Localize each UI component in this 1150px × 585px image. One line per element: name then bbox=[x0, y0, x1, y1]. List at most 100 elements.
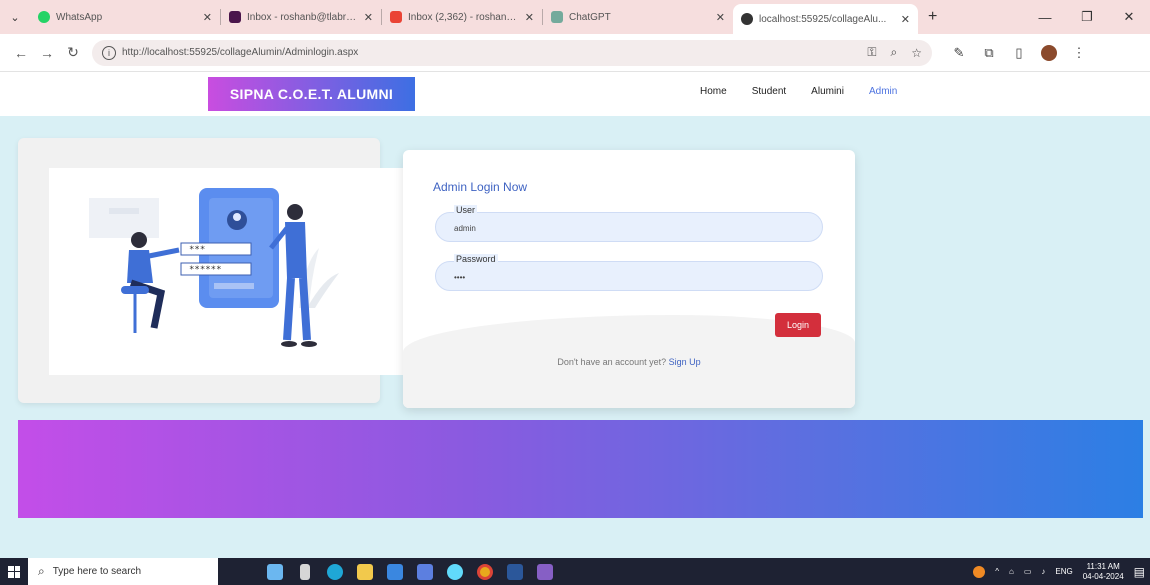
slack-icon bbox=[229, 11, 241, 23]
network-icon[interactable]: ⌂ bbox=[1009, 567, 1014, 576]
tab-chatgpt[interactable]: ChatGPT ✕ bbox=[543, 4, 733, 30]
mail-icon[interactable] bbox=[380, 558, 410, 585]
person-head bbox=[287, 204, 303, 220]
tab-inbox-gmail[interactable]: Inbox (2,362) - roshanbuafr... ✕ bbox=[382, 4, 542, 30]
edge-icon[interactable] bbox=[320, 558, 350, 585]
login-button[interactable]: Login bbox=[775, 313, 821, 337]
tab-title: Inbox - roshanb@tlabrasu... bbox=[247, 11, 358, 23]
zoom-icon[interactable]: ⌕ bbox=[891, 45, 898, 60]
menu-kebab-icon[interactable]: ⋮ bbox=[1064, 45, 1094, 61]
window-controls: — ❐ ✕ bbox=[1024, 0, 1150, 34]
close-icon[interactable]: ✕ bbox=[901, 13, 910, 26]
site-brand[interactable]: SIPNA C.O.E.T. ALUMNI bbox=[208, 77, 415, 111]
nav-student[interactable]: Student bbox=[752, 86, 786, 97]
windows-taskbar: ⌕ Type here to search ^ ⌂ ▭ ♪ ENG 11:31 … bbox=[0, 558, 1150, 585]
person-head bbox=[131, 232, 147, 248]
file-explorer-icon[interactable] bbox=[350, 558, 380, 585]
chatgpt-icon bbox=[551, 11, 563, 23]
shoe bbox=[281, 341, 297, 347]
tab-title: WhatsApp bbox=[56, 11, 103, 23]
login-card: Admin Login Now User Password Login Don'… bbox=[403, 150, 855, 408]
tab-whatsapp[interactable]: WhatsApp ✕ bbox=[30, 4, 220, 30]
password-key-icon[interactable]: ⚿ bbox=[867, 45, 876, 60]
password-field[interactable]: Password bbox=[435, 254, 823, 291]
person-body bbox=[285, 222, 307, 278]
system-tray: ^ ⌂ ▭ ♪ ENG 11:31 AM 04-04-2024 ▤ bbox=[968, 558, 1150, 585]
browser-address-bar: ← → ↻ i http://localhost:55925/collageAl… bbox=[0, 34, 1150, 72]
task-view-icon[interactable] bbox=[290, 558, 320, 585]
taskbar-search-placeholder: Type here to search bbox=[52, 566, 142, 577]
clock[interactable]: 11:31 AM 04-04-2024 bbox=[1083, 562, 1124, 582]
battery-icon[interactable]: ▭ bbox=[1024, 567, 1032, 576]
notification-dot-icon[interactable] bbox=[973, 565, 986, 578]
clock-time: 11:31 AM bbox=[1086, 561, 1120, 571]
login-illustration: *** ****** bbox=[89, 188, 339, 347]
illustration-card: *** ****** bbox=[18, 138, 404, 403]
nav-admin[interactable]: Admin bbox=[869, 86, 897, 97]
url-text[interactable]: http://localhost:55925/collageAlumin/Adm… bbox=[122, 47, 853, 58]
language-indicator[interactable]: ENG bbox=[1055, 567, 1072, 576]
app-icon[interactable] bbox=[410, 558, 440, 585]
close-icon[interactable]: ✕ bbox=[203, 11, 212, 24]
chrome-icon[interactable] bbox=[470, 558, 500, 585]
gmail-icon bbox=[390, 11, 402, 23]
user-input[interactable] bbox=[454, 224, 754, 233]
browser-tab-strip: ⌄ WhatsApp ✕ Inbox - roshanb@tlabrasu...… bbox=[0, 0, 1150, 34]
password-label: Password bbox=[454, 254, 498, 264]
tray-chevron-icon[interactable]: ^ bbox=[995, 567, 999, 576]
nav-links: Home Student Alumini Admin bbox=[700, 86, 897, 97]
start-button[interactable] bbox=[0, 558, 28, 585]
search-icon: ⌕ bbox=[38, 564, 45, 578]
profile-avatar[interactable] bbox=[1041, 44, 1057, 61]
restore-button[interactable]: ❐ bbox=[1066, 9, 1108, 25]
avatar-head bbox=[233, 213, 241, 221]
password-input[interactable] bbox=[454, 273, 754, 282]
info-icon[interactable]: i bbox=[102, 45, 116, 60]
mock-field-text: *** bbox=[189, 245, 205, 255]
nav-alumini[interactable]: Alumini bbox=[811, 86, 844, 97]
close-icon[interactable]: ✕ bbox=[364, 11, 373, 24]
tab-inbox-slack[interactable]: Inbox - roshanb@tlabrasu... ✕ bbox=[221, 4, 381, 30]
stool-seat bbox=[121, 286, 149, 294]
whatsapp-icon bbox=[38, 11, 50, 23]
clock-date: 04-04-2024 bbox=[1082, 571, 1124, 581]
shoe bbox=[301, 341, 317, 347]
site-navbar: SIPNA C.O.E.T. ALUMNI Home Student Alumi… bbox=[0, 72, 1150, 116]
tab-title: Inbox (2,362) - roshanbuafr... bbox=[408, 11, 519, 23]
signup-link[interactable]: Sign Up bbox=[669, 357, 701, 367]
bookmark-star-icon[interactable]: ☆ bbox=[911, 46, 922, 60]
omnibox[interactable]: i http://localhost:55925/collageAlumin/A… bbox=[92, 39, 932, 66]
tab-search-dropdown[interactable]: ⌄ bbox=[0, 11, 30, 24]
tab-localhost-active[interactable]: localhost:55925/collageAlu... ✕ bbox=[733, 4, 918, 34]
notifications-icon[interactable]: ▤ bbox=[1134, 565, 1145, 579]
taskbar-search[interactable]: ⌕ Type here to search bbox=[28, 558, 218, 585]
extensions-icon[interactable]: ⧉ bbox=[974, 45, 1004, 61]
footer-gradient-banner bbox=[18, 420, 1143, 518]
close-icon[interactable]: ✕ bbox=[716, 11, 725, 24]
forward-button[interactable]: → bbox=[34, 45, 60, 61]
nav-home[interactable]: Home bbox=[700, 86, 727, 97]
mock-field-text: ****** bbox=[189, 265, 222, 275]
close-window-button[interactable]: ✕ bbox=[1108, 9, 1150, 25]
tab-title: localhost:55925/collageAlu... bbox=[759, 13, 887, 25]
volume-icon[interactable]: ♪ bbox=[1041, 567, 1045, 576]
close-icon[interactable]: ✕ bbox=[525, 11, 534, 24]
new-tab-button[interactable]: + bbox=[918, 8, 947, 26]
reload-button[interactable]: ↻ bbox=[60, 44, 86, 61]
word-icon[interactable] bbox=[500, 558, 530, 585]
react-icon[interactable] bbox=[440, 558, 470, 585]
person-legs bbox=[283, 277, 311, 341]
widgets-icon[interactable] bbox=[260, 558, 290, 585]
windows-logo-icon bbox=[8, 565, 20, 578]
illustration-frame: *** ****** bbox=[49, 168, 404, 375]
login-title: Admin Login Now bbox=[433, 180, 528, 194]
globe-icon bbox=[741, 13, 753, 25]
pen-icon[interactable]: ✎ bbox=[944, 45, 974, 61]
visual-studio-icon[interactable] bbox=[530, 558, 560, 585]
sidepanel-icon[interactable]: ▯ bbox=[1004, 45, 1034, 61]
back-button[interactable]: ← bbox=[8, 45, 34, 61]
taskbar-apps bbox=[260, 558, 560, 585]
minimize-button[interactable]: — bbox=[1024, 10, 1066, 25]
user-field[interactable]: User bbox=[435, 205, 823, 242]
tab-title: ChatGPT bbox=[569, 11, 611, 23]
